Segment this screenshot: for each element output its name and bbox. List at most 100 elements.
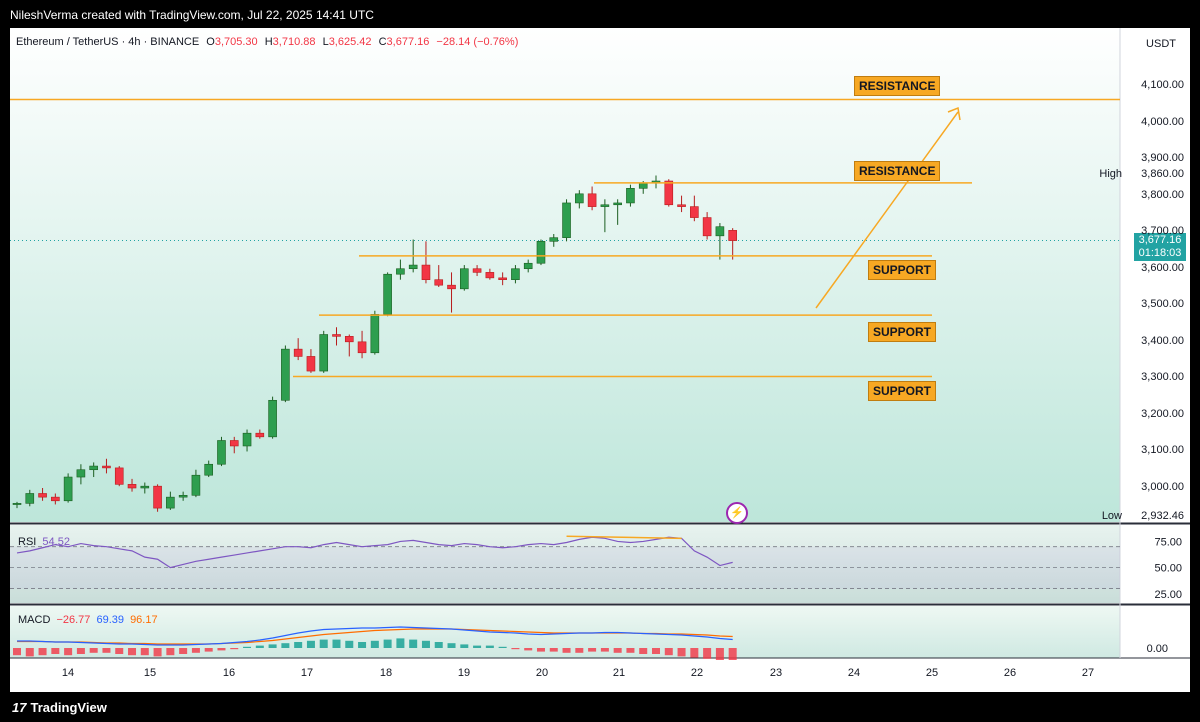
price-tick-label: 3,300.00 [1141,371,1184,384]
macd-histogram-bar [549,648,558,652]
candle [472,268,482,273]
candle [613,202,622,206]
time-tick-label: 23 [769,667,783,679]
rsi-label: RSI [18,536,37,548]
symbol-title[interactable]: Ethereum / TetherUS · 4h · BINANCE [16,36,199,48]
macd-histogram-bar [460,644,469,648]
macd-histogram-bar [140,648,149,656]
candle [140,485,150,489]
candle [255,432,265,438]
time-tick-label: 27 [1081,667,1095,679]
rsi-tick-label: 75.00 [1154,536,1182,548]
macd-histogram-bar [89,648,98,653]
macd-histogram-bar [345,640,354,648]
macd-legend[interactable]: MACD −26.77 69.39 96.17 [18,614,158,626]
candle [511,268,520,280]
candle [293,348,303,357]
candle [63,476,73,502]
candle [523,262,533,270]
candle [728,230,737,241]
candle [306,356,316,372]
price-pane [10,28,1120,522]
candle [344,336,354,343]
macd-histogram-bar [13,648,21,656]
symbol-legend: Ethereum / TetherUS · 4h · BINANCE O3,70… [16,36,518,48]
support-label: SUPPORT [868,322,937,342]
macd-histogram-bar [485,645,494,648]
candle [332,334,341,337]
macd-histogram-bar [217,648,226,651]
price-tick-label: 3,700.00 [1141,225,1184,238]
candle [638,182,648,189]
macd-histogram-bar [281,643,290,648]
macd-histogram-bar [51,648,60,654]
publish-credit: NileshVerma created with TradingView.com… [10,8,374,22]
macd-histogram-bar [25,648,34,657]
candle [690,206,699,218]
candle [677,204,686,207]
macd-histogram-bar [524,648,533,651]
time-tick-label: 19 [457,667,471,679]
macd-histogram-bar [639,648,648,654]
macd-line-value: 69.39 [96,614,124,626]
high-label: H [264,36,273,48]
macd-histogram-bar [306,640,315,648]
candle [485,272,495,279]
candle [242,432,252,447]
candle [89,465,98,471]
time-tick-label: 22 [690,667,704,679]
support-label: SUPPORT [868,260,937,280]
macd-histogram-bar [358,642,367,648]
macd-histogram-bar [715,648,724,660]
close-label: C [378,36,387,48]
time-tick-label: 15 [143,667,157,679]
macd-histogram-bar [498,646,507,648]
macd-histogram-bar [153,648,162,657]
candle [357,341,367,354]
macd-histogram-bar [588,648,597,652]
macd-histogram-bar [255,645,264,648]
candle [217,440,226,465]
macd-histogram-bar [652,648,660,654]
candle [383,273,392,315]
macd-histogram-bar [294,642,303,648]
macd-histogram-bar [421,640,430,648]
tradingview-logo[interactable]: 17 TradingView [12,700,107,715]
bottom-bar: 17 TradingView [0,692,1200,722]
low-marker-label: Low [1101,510,1122,522]
macd-histogram-bar [690,648,699,658]
candle [153,485,162,509]
macd-histogram-bar [76,648,85,654]
candle [38,493,47,498]
macd-histogram-bar [115,648,124,654]
candle [76,469,86,478]
candle [498,277,507,280]
macd-histogram-bar [396,638,405,648]
brand-name: TradingView [30,700,107,715]
candle [319,334,329,372]
chart-frame[interactable]: 75.00 50.00 25.00 0.00 Ethereum / TetherUS … [10,28,1190,692]
price-tick-label: 4,100.00 [1141,79,1184,91]
low-marker-value: 2,932.46 [1141,510,1184,522]
macd-histogram-bar [613,648,622,653]
macd-histogram-bar [511,648,520,650]
rsi-value: 54.52 [42,536,70,548]
price-tick-label: 3,500.00 [1141,298,1184,311]
currency-label[interactable]: USDT [1146,38,1176,50]
rsi-legend[interactable]: RSI 54.52 [18,536,70,548]
candle [421,264,431,280]
macd-histogram-bar [728,648,737,660]
price-tick-label: 3,100.00 [1141,444,1184,457]
price-tick-label: 3,400.00 [1141,334,1184,347]
time-tick-label: 16 [222,667,236,679]
macd-histogram-bar [38,648,47,656]
chart-canvas[interactable]: 75.00 50.00 25.00 0.00 [10,28,1190,692]
rsi-tick-label: 50.00 [1154,563,1182,575]
flash-icon[interactable]: ⚡ [726,502,748,524]
bar-countdown: 01:18:03 [1138,246,1182,259]
macd-histogram-bar [319,639,328,648]
candle [459,268,469,290]
macd-histogram-bar [370,640,379,648]
high-marker-value: 3,860.00 [1141,168,1184,180]
rsi-tick-label: 25.00 [1154,589,1182,601]
